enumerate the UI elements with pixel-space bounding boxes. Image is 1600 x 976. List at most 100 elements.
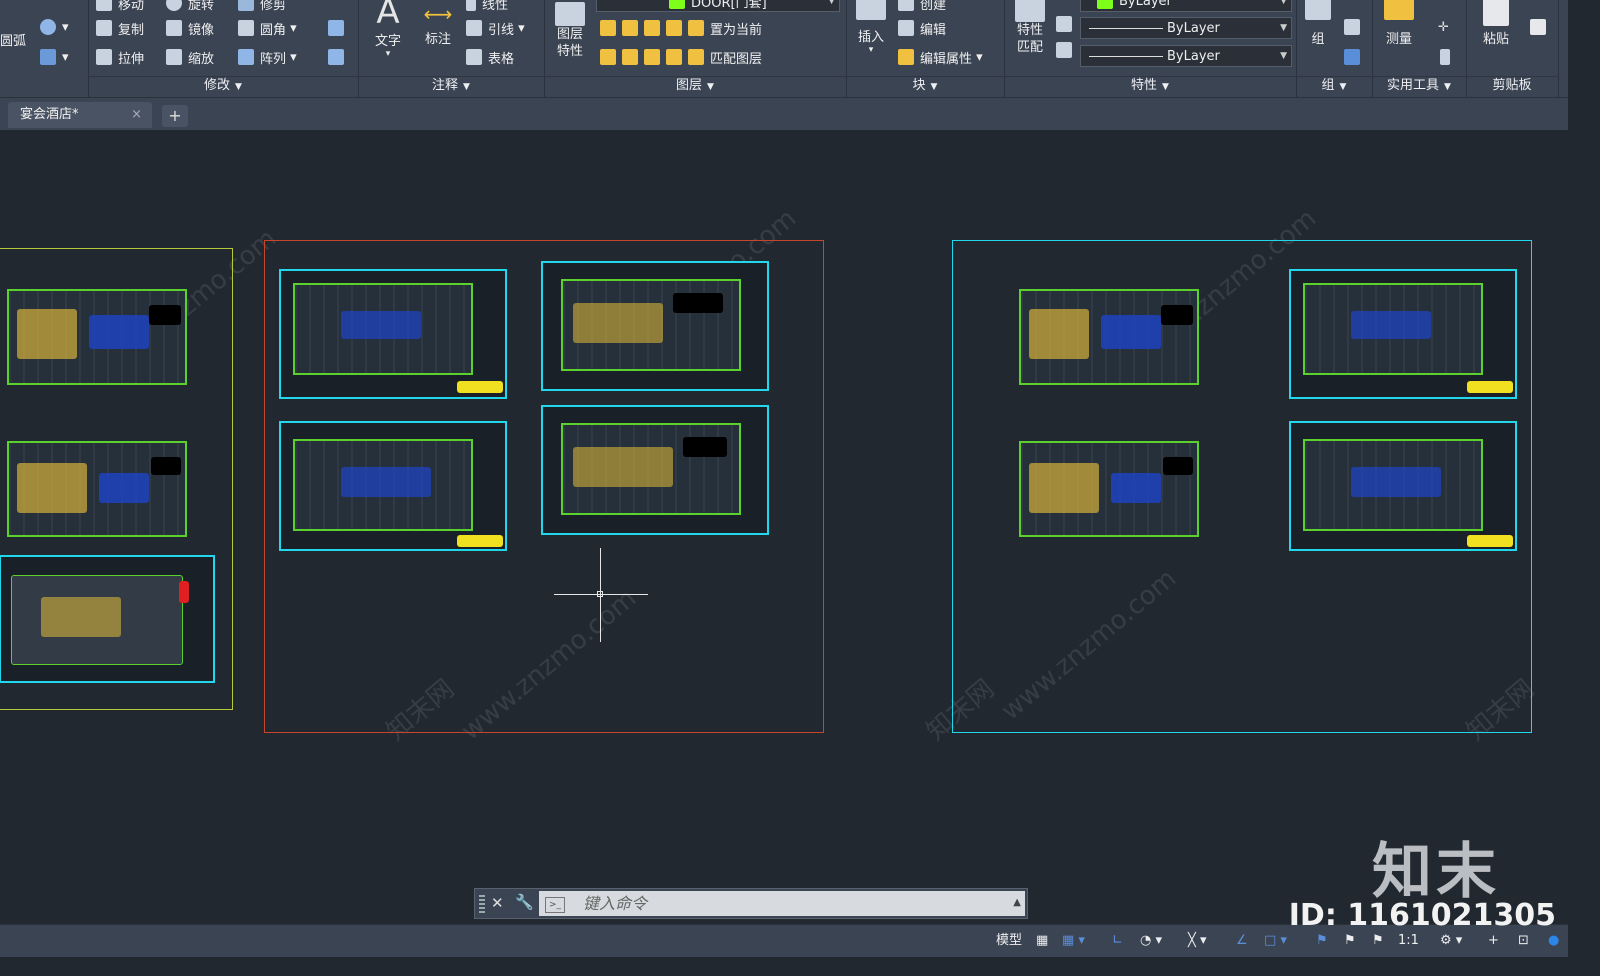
block-panel-label[interactable]: 块 ▼ (846, 76, 1004, 95)
drawing-canvas[interactable]: www.znzmo.com www.znzmo.com www.znzmo.co… (0, 130, 1568, 924)
color-dropdown[interactable]: ByLayer ▼ (1080, 0, 1292, 12)
match-properties-tool[interactable]: 特性 匹配 (1008, 0, 1052, 56)
utilities-panel-label[interactable]: 实用工具 ▼ (1372, 76, 1466, 95)
sheet-middle-1[interactable] (279, 269, 507, 399)
layer-unisolate-icon[interactable] (622, 49, 638, 65)
create-block-tool[interactable]: 创建 (898, 0, 946, 14)
command-history-up-icon[interactable]: ▲ (1013, 897, 1021, 908)
floor-plan-right-3[interactable] (1019, 441, 1199, 537)
command-line-grip[interactable] (479, 895, 485, 913)
ungroup-tool[interactable] (1344, 16, 1366, 38)
erase-tool[interactable] (328, 17, 350, 39)
properties-panel-label[interactable]: 特性 ▼ (1004, 76, 1296, 95)
offset-tool[interactable] (328, 46, 350, 68)
file-tab[interactable]: 宴会酒店* × (8, 102, 152, 128)
annotation-panel-label[interactable]: 注释 ▼ (358, 76, 544, 95)
dimension-tool[interactable]: ⟷ 标注 (418, 0, 458, 47)
ortho-icon[interactable]: ∟ (1112, 931, 1123, 951)
layers-panel-label[interactable]: 图层 ▼ (544, 76, 846, 95)
polar-icon[interactable]: ◔ ▾ (1140, 931, 1162, 951)
close-command-icon[interactable]: ✕ (491, 894, 504, 912)
scale-tool[interactable]: 缩放 (166, 46, 214, 68)
annotation-scale-value[interactable]: 1:1 (1398, 931, 1419, 951)
layout-frame-right[interactable] (952, 240, 1532, 733)
fillet-tool[interactable]: 圆角 ▾ (238, 17, 297, 39)
add-icon[interactable]: + (1488, 931, 1499, 951)
sheet-middle-3[interactable] (279, 421, 507, 551)
array-tool[interactable]: 阵列 ▾ (238, 46, 297, 68)
workspace-gear-icon[interactable]: ⚙ ▾ (1440, 931, 1462, 951)
move-tool[interactable]: 移动 (96, 0, 144, 14)
rotate-tool[interactable]: 旋转 (166, 0, 214, 14)
ellipse-tool[interactable]: ▾ (40, 16, 69, 38)
copy-tool[interactable]: 复制 (96, 17, 144, 39)
sheet-middle-2[interactable] (541, 261, 769, 391)
measure-tool[interactable]: 测量 (1378, 0, 1420, 47)
edit-attribute-tool[interactable]: 编辑属性 ▾ (898, 46, 983, 68)
layer-on-icon[interactable] (600, 49, 616, 65)
hardware-icon[interactable]: ⊡ (1518, 931, 1529, 951)
hatch-tool[interactable]: ▾ (40, 46, 69, 68)
layout-frame-middle[interactable] (264, 240, 824, 733)
close-tab-icon[interactable]: × (131, 102, 142, 128)
edit-block-tool[interactable]: 编辑 (898, 17, 946, 39)
match-layer-label[interactable]: 匹配图层 (710, 48, 762, 67)
table-label: 表格 (488, 51, 515, 67)
floor-plan-left-1[interactable] (7, 289, 187, 385)
group-label: 组 (1311, 32, 1325, 47)
text-tool[interactable]: A 文字 ▾ (368, 0, 408, 59)
crosshair-icon: ✛ (1438, 19, 1449, 35)
annotation-visibility-icon[interactable]: ⚑ (1316, 931, 1328, 951)
layer-properties-tool[interactable]: 图层 特性 (550, 2, 590, 60)
snap-icon[interactable]: ▦ ▾ (1062, 931, 1085, 951)
layout-frame-left[interactable] (0, 248, 233, 710)
stretch-tool[interactable]: 拉伸 (96, 46, 144, 68)
grid-icon[interactable]: ▦ (1036, 931, 1048, 951)
customize-wrench-icon[interactable]: 🔧 (515, 893, 534, 911)
group-tool[interactable]: 组 (1300, 0, 1336, 47)
mirror-tool[interactable]: 镜像 (166, 17, 214, 39)
layer-unlock-icon[interactable] (666, 49, 682, 65)
leader-tool[interactable]: 引线 ▾ (466, 17, 525, 39)
auto-scale-icon[interactable]: ⚑ (1344, 931, 1356, 951)
isolate-objects-icon[interactable]: ● (1548, 931, 1559, 951)
layer-lock-icon[interactable] (666, 20, 682, 36)
offset-icon (328, 49, 344, 65)
clipboard-panel-label[interactable]: 剪贴板 (1466, 76, 1558, 95)
paste-tool[interactable]: 粘贴 (1476, 0, 1516, 47)
insert-tool[interactable]: 插入 ▾ (850, 0, 892, 55)
lineweight-dropdown[interactable]: ByLayer ▼ (1080, 45, 1292, 67)
set-current-label[interactable]: 置为当前 (710, 19, 762, 38)
groups-panel-label[interactable]: 组 ▼ (1296, 76, 1372, 95)
table-tool[interactable]: 表格 (466, 46, 514, 68)
object-snap-icon[interactable]: □ ▾ (1264, 931, 1287, 951)
model-space-button[interactable]: 模型 (996, 931, 1022, 951)
layer-freeze-icon[interactable] (644, 20, 660, 36)
sheet-right-2[interactable] (1289, 269, 1517, 399)
calculator-tool[interactable] (1440, 46, 1456, 68)
floor-plan-left-2[interactable] (7, 441, 187, 537)
command-prompt-icon[interactable]: >_ (545, 897, 565, 913)
floor-plan-right-1[interactable] (1019, 289, 1199, 385)
trim-tool[interactable]: 修剪 (238, 0, 286, 14)
copy-clip-tool[interactable] (1530, 16, 1552, 38)
group-select-tool[interactable] (1344, 46, 1366, 68)
isometric-icon[interactable]: ╳ ▾ (1188, 931, 1206, 951)
linetype-dropdown[interactable]: ByLayer ▼ (1080, 17, 1292, 39)
layer-thaw-icon[interactable] (644, 49, 660, 65)
create-block-label: 创建 (920, 0, 947, 13)
command-input[interactable]: 键入命令 (539, 891, 1025, 916)
arc-tool[interactable]: 圆弧 (0, 28, 26, 50)
layer-off-icon[interactable] (600, 20, 616, 36)
annotation-scale-icon[interactable]: ⚑ (1372, 931, 1384, 951)
sheet-middle-4[interactable] (541, 405, 769, 535)
layer-dropdown[interactable]: DOOR[门套] ▼ (596, 0, 840, 12)
linear-tool[interactable]: 线性 (466, 0, 508, 14)
id-point-tool[interactable]: ✛ (1438, 16, 1449, 38)
sheet-right-4[interactable] (1289, 421, 1517, 551)
new-tab-button[interactable]: + (162, 105, 188, 127)
object-snap-tracking-icon[interactable]: ∠ (1236, 931, 1248, 951)
sheet-left-3[interactable] (0, 555, 215, 683)
layer-isolate-icon[interactable] (622, 20, 638, 36)
modify-panel-label[interactable]: 修改 ▼ (88, 76, 358, 95)
